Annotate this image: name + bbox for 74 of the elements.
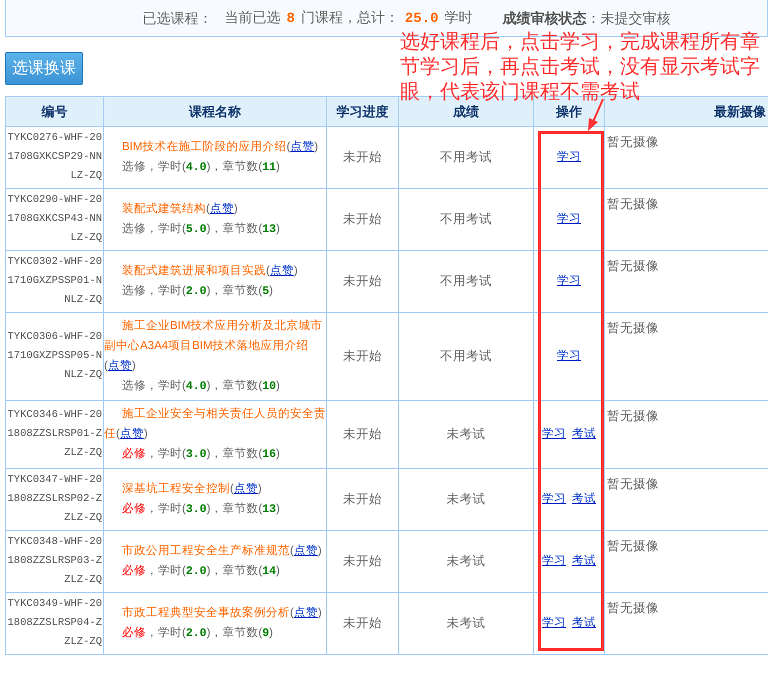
camera-status: 暂无摄像 — [607, 477, 659, 491]
course-meta: 选修，学时(4.0)，章节数(10) — [121, 378, 281, 395]
course-code: TYKC0349-WHF-201808ZZSLRSP04-ZZLZ-ZQ — [6, 592, 104, 654]
study-link[interactable]: 学习 — [542, 552, 566, 570]
camera-status: 暂无摄像 — [607, 601, 659, 615]
course-meta: 必修，学时(2.0)，章节数(14) — [121, 563, 281, 580]
column-header: 编号 — [6, 96, 104, 126]
course-code: TYKC0347-WHF-201808ZZSLRSP02-ZZLZ-ZQ — [6, 468, 104, 530]
progress-status: 未开始 — [326, 530, 398, 592]
course-title: BIM技术在施工阶段的应用介绍(点赞) — [121, 140, 320, 155]
like-link[interactable]: 点赞 — [290, 141, 314, 153]
study-link[interactable]: 学习 — [542, 426, 566, 444]
course-code: TYKC0346-WHF-201808ZZSLRSP01-ZZLZ-ZQ — [6, 400, 104, 468]
score-status: 未考试 — [398, 400, 534, 468]
course-meta: 必修，学时(2.0)，章节数(9) — [121, 625, 274, 642]
progress-status: 未开始 — [326, 468, 398, 530]
course-title: 施工企业BIM技术应用分析及北京城市副中心A3A4项目BIM技术落地应用介绍 (点赞) — [104, 318, 324, 374]
course-meta: 选修，学时(4.0)，章节数(11) — [121, 159, 281, 176]
progress-status: 未开始 — [326, 188, 398, 250]
course-title: 装配式建筑结构(点赞) — [121, 202, 239, 217]
course-title: 市政公用工程安全生产标准规范(点赞) — [121, 543, 323, 559]
course-meta: 必修，学时(3.0)，章节数(16) — [121, 446, 281, 463]
course-code: TYKC0302-WHF-201710GXZPSSP01-NNLZ-ZQ — [6, 250, 104, 312]
course-code: TYKC0306-WHF-201710GXZPSSP05-NNLZ-ZQ — [6, 312, 104, 400]
study-link[interactable]: 学习 — [542, 614, 566, 632]
course-code: TYKC0276-WHF-201708GXKCSP29-NNLZ-ZQ — [6, 126, 104, 188]
like-link[interactable]: 点赞 — [294, 607, 318, 619]
column-header: 学习进度 — [326, 96, 398, 126]
course-title: 市政工程典型安全事故案例分析(点赞) — [121, 605, 323, 621]
exam-link[interactable]: 考试 — [572, 490, 596, 508]
course-title: 深基坑工程安全控制(点赞) — [121, 481, 263, 497]
like-link[interactable]: 点赞 — [210, 203, 234, 215]
course-meta: 选修，学时(5.0)，章节数(13) — [121, 221, 281, 238]
exam-link[interactable]: 考试 — [572, 552, 596, 570]
course-meta: 必修，学时(3.0)，章节数(13) — [121, 501, 281, 518]
column-header: 课程名称 — [104, 96, 326, 126]
camera-status: 暂无摄像 — [607, 135, 659, 149]
study-link[interactable]: 学习 — [557, 272, 581, 290]
course-title: 施工企业安全与相关责任人员的安全责任(点赞) — [104, 406, 326, 442]
course-code: TYKC0290-WHF-201708GXKCSP43-NNLZ-ZQ — [6, 188, 104, 250]
progress-status: 未开始 — [326, 126, 398, 188]
summary-text: 当前已选 8 门课程，总计： 25.0 学时 — [224, 8, 472, 28]
camera-status: 暂无摄像 — [607, 321, 659, 335]
review-status: 成绩审核状态：未提交审核 — [502, 8, 670, 28]
summary-label: 已选课程： — [142, 8, 212, 28]
score-status: 不用考试 — [398, 250, 534, 312]
score-status: 未考试 — [398, 592, 534, 654]
like-link[interactable]: 点赞 — [108, 360, 132, 372]
progress-status: 未开始 — [326, 312, 398, 400]
like-link[interactable]: 点赞 — [234, 483, 258, 495]
score-status: 未考试 — [398, 468, 534, 530]
progress-status: 未开始 — [326, 400, 398, 468]
like-link[interactable]: 点赞 — [270, 265, 294, 277]
exam-link[interactable]: 考试 — [572, 614, 596, 632]
camera-status: 暂无摄像 — [607, 197, 659, 211]
course-title: 装配式建筑进展和项目实践(点赞) — [121, 263, 299, 279]
like-link[interactable]: 点赞 — [120, 428, 144, 440]
score-status: 不用考试 — [398, 126, 534, 188]
score-status: 不用考试 — [398, 188, 534, 250]
camera-status: 暂无摄像 — [607, 539, 659, 553]
study-link[interactable]: 学习 — [557, 348, 581, 366]
progress-status: 未开始 — [326, 250, 398, 312]
study-link[interactable]: 学习 — [542, 490, 566, 508]
camera-status: 暂无摄像 — [607, 259, 659, 273]
score-status: 未考试 — [398, 530, 534, 592]
score-status: 不用考试 — [398, 312, 534, 400]
study-link[interactable]: 学习 — [557, 210, 581, 228]
course-meta: 选修，学时(2.0)，章节数(5) — [121, 283, 274, 300]
camera-status: 暂无摄像 — [607, 409, 659, 423]
progress-status: 未开始 — [326, 592, 398, 654]
exam-link[interactable]: 考试 — [572, 426, 596, 444]
study-link[interactable]: 学习 — [557, 148, 581, 166]
like-link[interactable]: 点赞 — [294, 545, 318, 557]
course-code: TYKC0348-WHF-201808ZZSLRSP03-ZZLZ-ZQ — [6, 530, 104, 592]
